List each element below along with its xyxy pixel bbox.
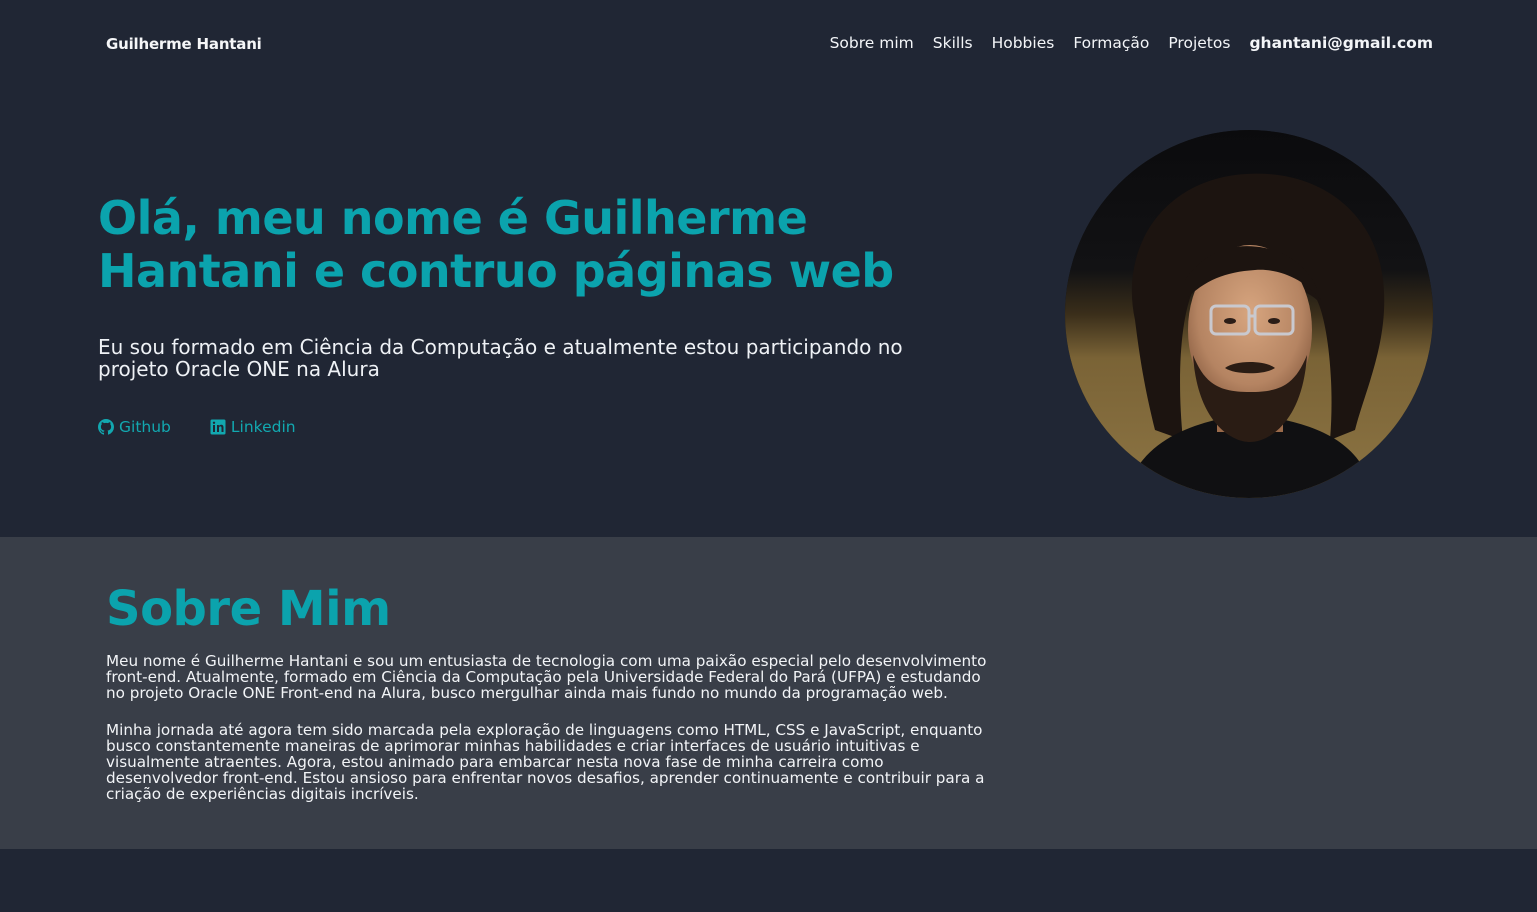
- nav-link-formacao[interactable]: Formação: [1073, 34, 1149, 52]
- github-link[interactable]: Github: [98, 418, 171, 436]
- profile-photo: [1065, 130, 1433, 498]
- hero-title: Olá, meu nome é Guilherme Hantani e cont…: [98, 191, 894, 298]
- about-title: Sobre Mim: [106, 581, 391, 637]
- github-label: Github: [119, 418, 171, 436]
- nav-email-link[interactable]: ghantani@gmail.com: [1249, 34, 1433, 52]
- linkedin-label: Linkedin: [230, 418, 296, 436]
- about-paragraph-1: Meu nome é Guilherme Hantani e sou um en…: [106, 652, 987, 702]
- about-paragraph-2: Minha jornada até agora tem sido marcada…: [106, 721, 985, 803]
- about-section: Sobre Mim Meu nome é Guilherme Hantani e…: [0, 537, 1537, 849]
- linkedin-icon: [210, 419, 226, 435]
- bottom-band: [0, 849, 1537, 912]
- hero-subtitle: Eu sou formado em Ciência da Computação …: [98, 335, 903, 381]
- hero-section: Olá, meu nome é Guilherme Hantani e cont…: [0, 90, 1537, 537]
- github-icon: [98, 419, 114, 435]
- linkedin-link[interactable]: Linkedin: [210, 418, 296, 436]
- nav-link-sobre-mim[interactable]: Sobre mim: [830, 34, 914, 52]
- main-nav: Sobre mim Skills Hobbies Formação Projet…: [830, 34, 1433, 52]
- social-links: Github Linkedin: [98, 418, 296, 436]
- nav-link-hobbies[interactable]: Hobbies: [992, 34, 1055, 52]
- site-header: Guilherme Hantani Sobre mim Skills Hobbi…: [0, 0, 1537, 90]
- nav-link-projetos[interactable]: Projetos: [1168, 34, 1230, 52]
- brand-name[interactable]: Guilherme Hantani: [106, 35, 262, 53]
- nav-link-skills[interactable]: Skills: [933, 34, 973, 52]
